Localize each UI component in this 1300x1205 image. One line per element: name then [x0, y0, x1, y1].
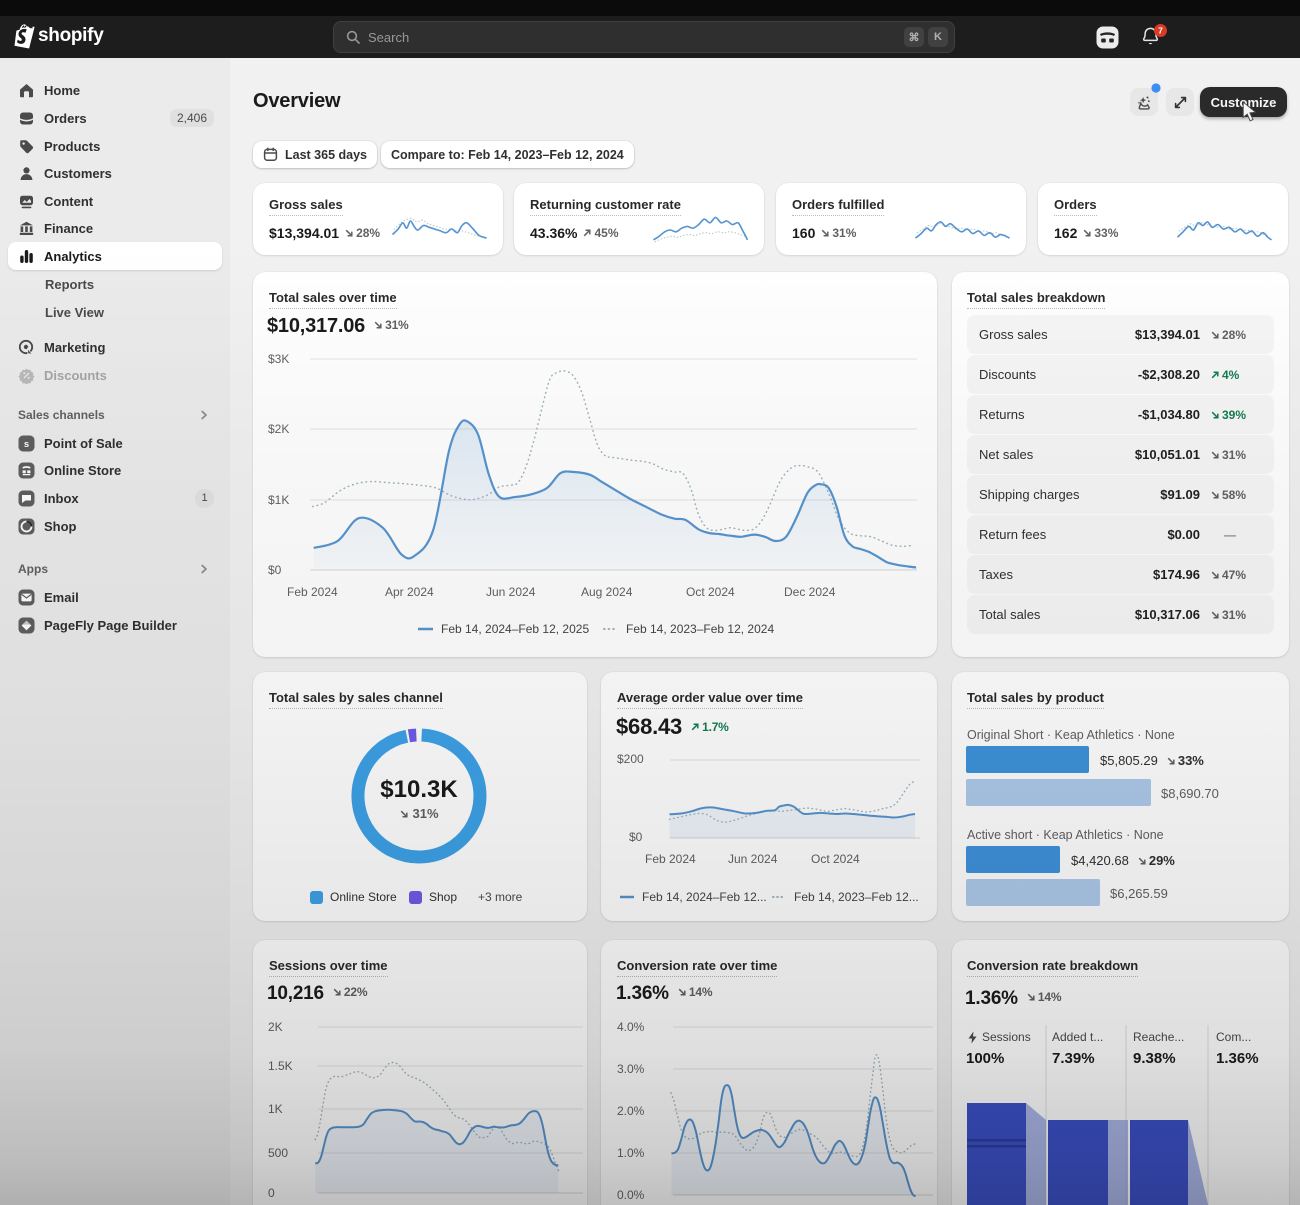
svg-text:s: s [24, 439, 29, 450]
svg-text:7: 7 [1158, 26, 1163, 36]
